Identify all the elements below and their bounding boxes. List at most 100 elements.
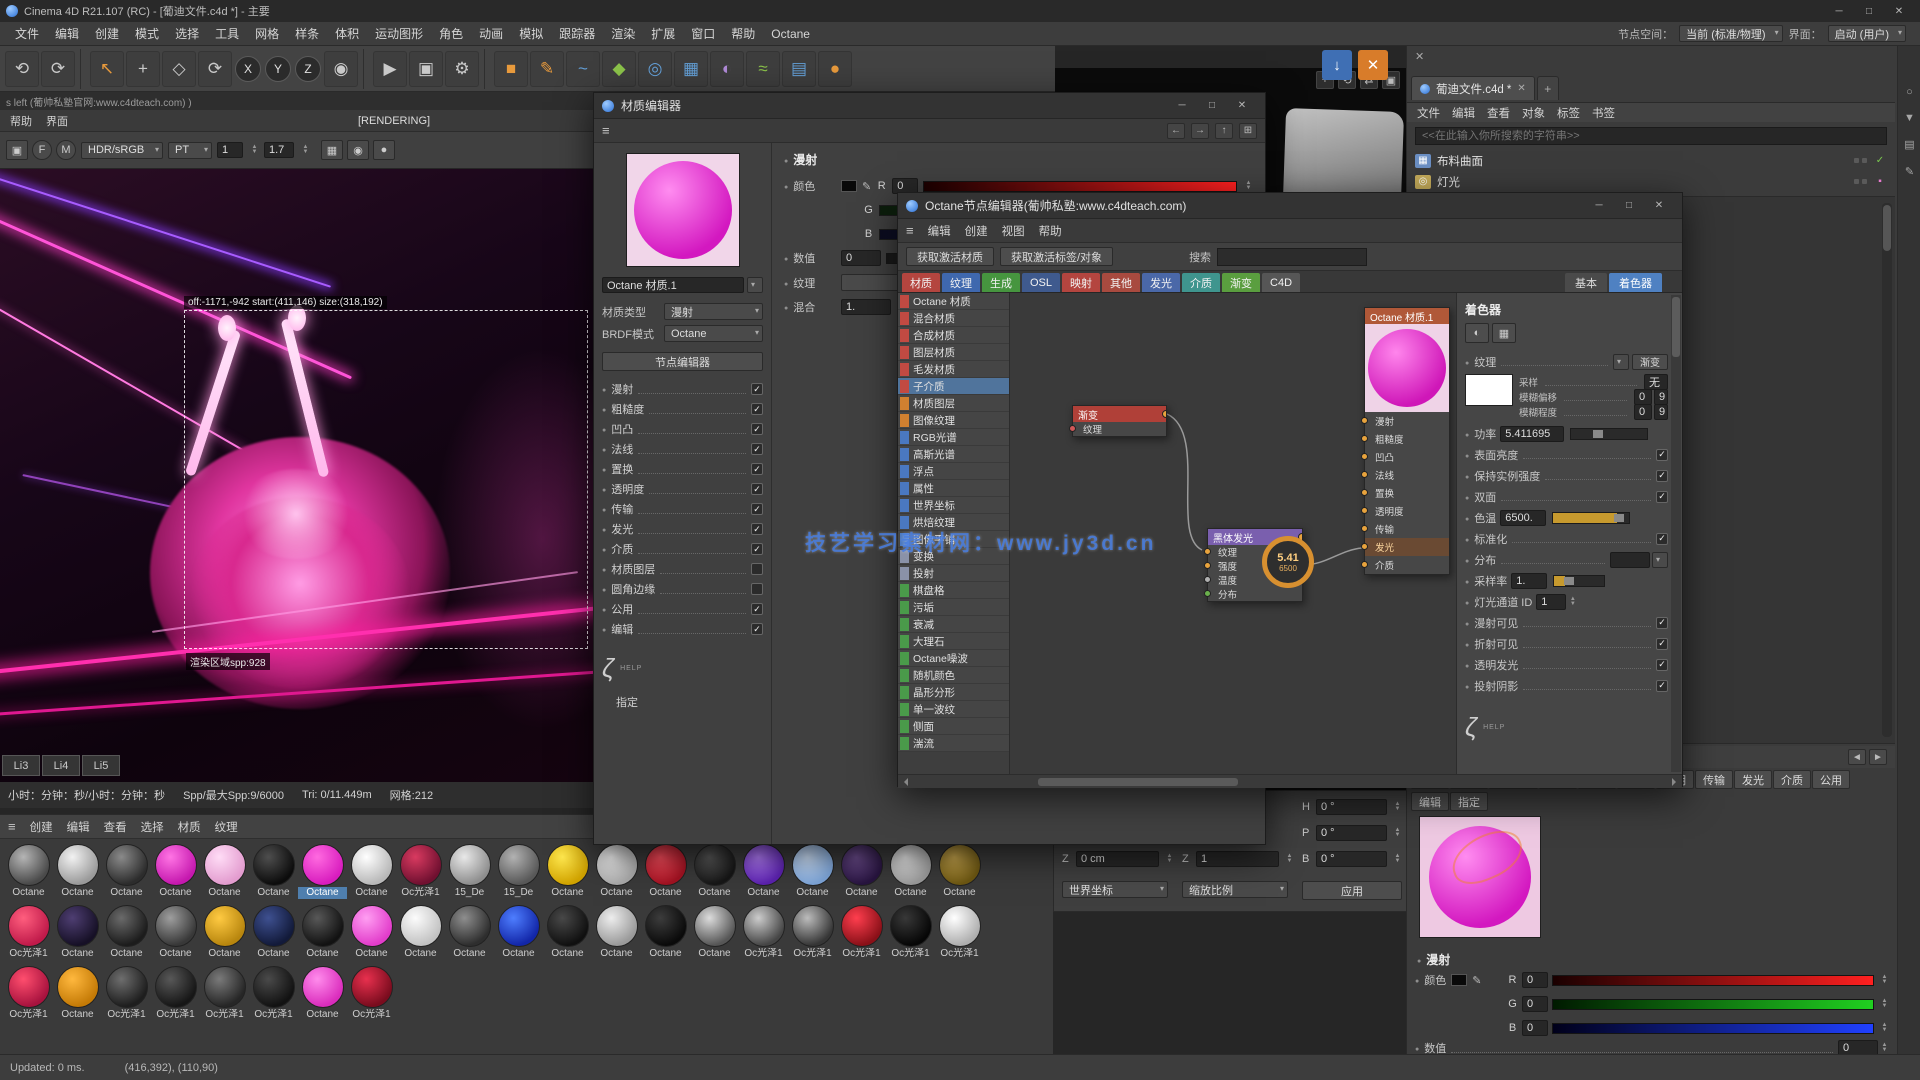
param-checkbox[interactable] (1656, 491, 1668, 503)
params-tab[interactable]: 基本 (1565, 273, 1607, 292)
scale-stepper[interactable] (1285, 851, 1294, 867)
channel-checkbox[interactable] (751, 603, 763, 615)
render-lock-icon[interactable]: ▣ (6, 140, 28, 160)
blur-offset-unit[interactable]: 9 (1654, 389, 1668, 405)
sphere-icon[interactable]: ● (818, 51, 852, 87)
render-picture-viewer-icon[interactable]: ▣ (409, 51, 443, 87)
menu-item[interactable]: 创建 (30, 819, 53, 835)
material-thumbnail[interactable]: Octane (445, 904, 494, 960)
menu-item[interactable]: 编辑 (1452, 105, 1475, 121)
material-thumbnail[interactable]: Octane (837, 843, 886, 899)
param-check-row[interactable]: 表面亮度 (1465, 444, 1668, 465)
material-thumbnail[interactable]: Octane (641, 843, 690, 899)
color-chip[interactable] (1451, 974, 1467, 986)
channel-checkbox[interactable] (751, 623, 763, 635)
array-icon[interactable]: ▦ (674, 51, 708, 87)
eyedropper-icon[interactable]: ✎ (1472, 974, 1481, 987)
hamburger-icon[interactable]: ≡ (602, 123, 610, 138)
attribute-tab[interactable]: 发光 (1734, 770, 1772, 789)
scrollbar[interactable] (1671, 295, 1681, 772)
channel-checkbox[interactable] (751, 383, 763, 395)
material-thumbnail[interactable]: Oc光泽1 (396, 843, 445, 899)
menu-item[interactable]: 帮助 (724, 23, 762, 44)
menu-item[interactable]: 动画 (472, 23, 510, 44)
search-input[interactable] (1415, 127, 1887, 145)
node-type-item[interactable]: 单一波纹 (898, 701, 1009, 718)
category-tab[interactable]: 纹理 (942, 273, 980, 292)
channel-row[interactable]: 法线 (602, 439, 763, 459)
menu-item[interactable]: 标签 (1557, 105, 1580, 121)
node-port[interactable]: 分布 (1208, 587, 1302, 601)
apply-button[interactable]: 应用 (1302, 881, 1402, 900)
menu-item[interactable]: 纹理 (215, 819, 238, 835)
filter-icon[interactable]: ▼ (1904, 112, 1915, 124)
prev-icon[interactable]: ◄ (1848, 749, 1866, 765)
get-active-material-button[interactable]: 获取激活材质 (906, 247, 994, 266)
channel-row[interactable]: 置换 (602, 459, 763, 479)
material-thumbnail[interactable]: Octane (53, 843, 102, 899)
new-tab-button[interactable]: + (1537, 76, 1559, 100)
node-port[interactable]: 漫射 (1365, 412, 1449, 430)
hamburger-icon[interactable]: ≡ (8, 819, 16, 834)
rotate-icon[interactable]: ⟳ (198, 51, 232, 87)
menu-item[interactable]: 帮助 (10, 113, 32, 129)
edit-icon[interactable]: ✎ (1905, 165, 1914, 178)
node-port[interactable]: 发光 (1365, 538, 1449, 556)
h-field[interactable]: 0 ° (1316, 799, 1387, 815)
temperature-slider[interactable] (1552, 512, 1630, 524)
material-thumbnail[interactable]: Octane (739, 843, 788, 899)
attribute-tab[interactable]: 传输 (1695, 770, 1733, 789)
coordinate-system-icon[interactable]: ◉ (324, 51, 358, 87)
params-tab[interactable]: 着色器 (1609, 273, 1662, 292)
grid-icon[interactable]: ▦ (321, 140, 343, 160)
material-thumbnail[interactable]: 15_De (445, 843, 494, 899)
shader-grid-icon[interactable]: ▦ (1492, 323, 1516, 343)
material-thumbnail[interactable]: Octane (690, 904, 739, 960)
output-port[interactable] (1162, 410, 1166, 418)
axis-x-button[interactable]: X (235, 56, 261, 82)
blur-amount-field[interactable]: 0 (1634, 404, 1652, 420)
material-name-dropdown[interactable] (747, 277, 763, 293)
material-thumbnail[interactable]: Octane (298, 904, 347, 960)
menu-item[interactable]: 编辑 (928, 223, 951, 239)
back-icon[interactable]: ← (1167, 123, 1185, 139)
material-thumbnail[interactable]: Oc光泽1 (102, 965, 151, 1021)
object-row[interactable]: ◎ 灯光 ▪ (1407, 171, 1895, 192)
material-thumbnail[interactable]: Oc光泽1 (151, 965, 200, 1021)
value-field[interactable]: 0 (1838, 1040, 1878, 1054)
node-type-item[interactable]: 浮点 (898, 463, 1009, 480)
passes-stepper[interactable] (250, 142, 259, 158)
render-view[interactable]: off:-1171,-942 start:(411,146) size:(318… (0, 169, 593, 782)
node-type-item[interactable]: 高斯光谱 (898, 446, 1009, 463)
exposure-field[interactable]: 1.7 (264, 142, 294, 158)
sampling-slider[interactable] (1553, 575, 1605, 587)
material-thumbnail[interactable]: 15_De (494, 843, 543, 899)
material-thumbnail[interactable]: Octane (200, 843, 249, 899)
node-type-item[interactable]: 随机颜色 (898, 667, 1009, 684)
node-type-item[interactable]: 大理石 (898, 633, 1009, 650)
film-region-button[interactable]: F (32, 140, 52, 160)
channel-row[interactable]: 发光 (602, 519, 763, 539)
p-stepper[interactable] (1393, 825, 1402, 841)
snapshot-icon[interactable]: ● (373, 140, 395, 160)
menu-item[interactable]: 查看 (104, 819, 127, 835)
node-type-item[interactable]: 变换 (898, 548, 1009, 565)
axis-y-button[interactable]: Y (265, 56, 291, 82)
blur-amount-unit[interactable]: 9 (1654, 404, 1668, 420)
assign-label[interactable]: 指定 (616, 694, 763, 710)
node-type-item[interactable]: 晶形分形 (898, 684, 1009, 701)
node-port[interactable]: 法线 (1365, 466, 1449, 484)
minimize-button[interactable]: ─ (1167, 97, 1197, 115)
node-type-item[interactable]: 属性 (898, 480, 1009, 497)
material-thumbnail[interactable]: Oc光泽1 (739, 904, 788, 960)
param-check-row[interactable]: 漫射可见 (1465, 612, 1668, 633)
minimize-button[interactable]: ─ (1824, 2, 1854, 20)
node-type-item[interactable]: 污垢 (898, 599, 1009, 616)
field-icon[interactable]: ▤ (782, 51, 816, 87)
distribution-field[interactable] (1610, 552, 1650, 568)
menu-item[interactable]: 模式 (128, 23, 166, 44)
simulation-icon[interactable]: ≈ (746, 51, 780, 87)
node-port[interactable]: 纹理 (1073, 422, 1166, 436)
node-type-item[interactable]: Octane 材质 (898, 293, 1009, 310)
list-icon[interactable]: ▤ (1904, 138, 1914, 151)
